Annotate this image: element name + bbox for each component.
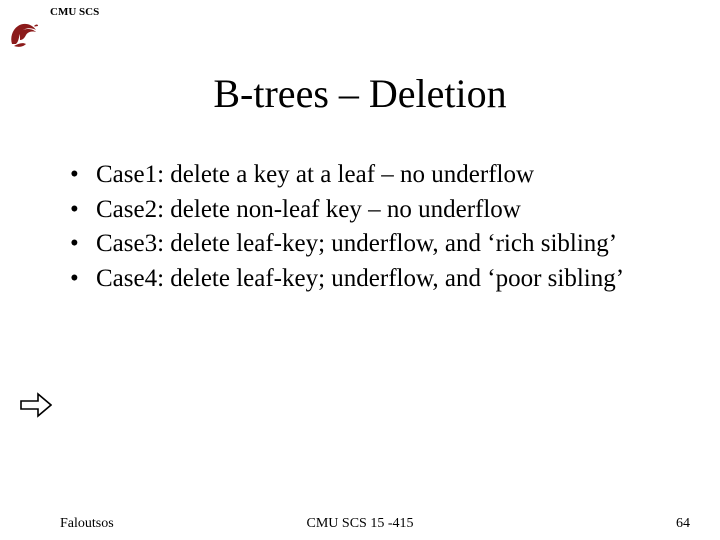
footer-page-number: 64 [676,516,690,532]
list-item: Case3: delete leaf-key; underflow, and ‘… [60,229,660,260]
footer-course: CMU SCS 15 -415 [0,516,720,532]
slide: CMU SCS B-trees – Deletion Case1: delete… [0,0,720,540]
slide-body: Case1: delete a key at a leaf – no under… [60,160,660,298]
slide-title: B-trees – Deletion [0,70,720,117]
list-item: Case1: delete a key at a leaf – no under… [60,160,660,191]
cmu-scs-logo [6,18,42,55]
right-arrow-icon [20,392,52,423]
bullet-list: Case1: delete a key at a leaf – no under… [60,160,660,294]
list-item: Case4: delete leaf-key; underflow, and ‘… [60,264,660,295]
header-label: CMU SCS [50,6,99,18]
list-item: Case2: delete non-leaf key – no underflo… [60,195,660,226]
